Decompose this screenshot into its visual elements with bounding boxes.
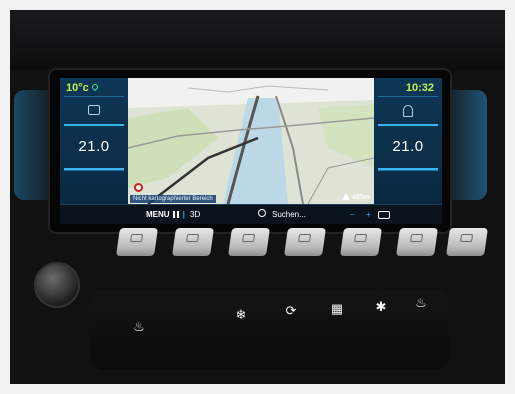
drop-icon [90, 82, 100, 92]
volume-knob[interactable] [34, 262, 80, 308]
fan-icon [88, 105, 100, 115]
map-area-caption: Nicht kartographierter Bereich [130, 195, 216, 203]
phone-icon [298, 234, 312, 242]
right-temp-control[interactable]: 21.0 [378, 124, 438, 170]
shortcut-key-radio[interactable] [228, 228, 270, 256]
menu-button[interactable]: MENU | [146, 210, 188, 219]
right-temp-value: 21.0 [392, 138, 424, 155]
warning-icon [342, 193, 351, 200]
shortcut-key-apps[interactable] [396, 228, 438, 256]
outside-temp-value: 10°c [66, 82, 89, 94]
seat-heat-left-button[interactable]: ♨ [128, 318, 150, 336]
fan-off-button[interactable]: ✱ [370, 298, 392, 316]
search-icon[interactable] [258, 209, 266, 217]
zoom-out-button[interactable]: − [350, 210, 355, 219]
right-climate-panel: 10:32 21.0 [374, 78, 442, 204]
seat-icon [403, 105, 413, 117]
defrost-front-button[interactable]: ❄ [230, 306, 252, 324]
climate-icon [130, 234, 144, 242]
left-temp-control[interactable]: 21.0 [64, 124, 124, 170]
shortcut-key-vehicle[interactable] [340, 228, 382, 256]
clock: 10:32 [405, 82, 434, 94]
flag-icon [172, 211, 180, 218]
defrost-rear-button[interactable]: ▦ [326, 300, 348, 318]
dashboard-top [10, 10, 505, 70]
shortcut-keys [116, 228, 508, 262]
shortcut-key-navigation[interactable] [172, 228, 214, 256]
position-marker [134, 183, 143, 192]
car-interior-photo: 10°c 21.0 Nicht kartographierter Bereich… [0, 0, 515, 394]
outside-temp: 10°c [66, 82, 100, 94]
navigation-map[interactable]: Nicht kartographierter Bereich 485m [128, 78, 374, 204]
shortcut-key-climate[interactable] [116, 228, 158, 256]
seat-heat-right-button[interactable]: ♨ [410, 294, 432, 312]
zoom-in-button[interactable]: + [366, 210, 371, 219]
vehicle-icon [354, 234, 368, 242]
left-temp-value: 21.0 [78, 138, 110, 155]
view-mode-button[interactable]: 3D [190, 210, 200, 219]
recirculation-button[interactable]: ⟳ [280, 302, 302, 320]
menu-label: MENU [146, 210, 170, 219]
next-turn-distance: 485m [342, 193, 370, 201]
left-climate-panel: 10°c 21.0 [60, 78, 128, 204]
left-fan-button[interactable] [64, 96, 124, 124]
search-button[interactable]: Suchen... [272, 210, 306, 219]
distance-value: 485m [352, 194, 370, 201]
apps-icon [410, 234, 424, 242]
infotainment-screen: 10°c 21.0 Nicht kartographierter Bereich… [60, 78, 442, 224]
left-seat-button[interactable] [64, 170, 124, 200]
hardware-button-panel: ♨ ❄ ⟳ ▦ ✱ ♨ [90, 290, 450, 370]
right-seat-button[interactable] [378, 96, 438, 124]
right-fan-button[interactable] [378, 170, 438, 200]
shortcut-key-settings[interactable] [446, 228, 488, 256]
map-canvas [128, 78, 374, 204]
nav-bottom-bar: MENU | 3D Suchen... − + [60, 204, 442, 224]
settings-icon [460, 234, 474, 242]
navigation-icon [186, 234, 200, 242]
separator: | [182, 210, 185, 219]
radio-icon [242, 234, 256, 242]
shortcut-key-phone[interactable] [284, 228, 326, 256]
layers-icon[interactable] [378, 211, 390, 219]
